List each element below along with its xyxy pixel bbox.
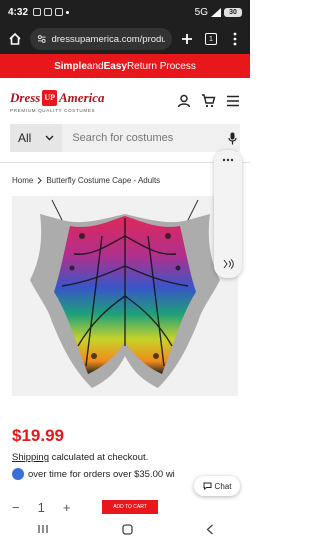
shipping-note: Shipping calculated at checkout. bbox=[12, 452, 148, 463]
account-icon[interactable] bbox=[177, 94, 191, 108]
logo-word-3: America bbox=[59, 89, 105, 105]
logo-word-1: Dress bbox=[10, 89, 41, 105]
hamburger-menu-icon[interactable] bbox=[226, 95, 240, 107]
tab-count: 1 bbox=[205, 33, 217, 45]
site-logo[interactable]: Dress UP America PREMIUM QUALITY COSTUME… bbox=[10, 89, 105, 113]
logo-word-2: UP bbox=[42, 89, 58, 106]
increase-quantity-button[interactable]: + bbox=[63, 500, 71, 515]
chat-bubble-icon bbox=[203, 482, 212, 490]
floating-side-panel[interactable] bbox=[214, 150, 242, 278]
quantity-value[interactable]: 1 bbox=[38, 500, 45, 515]
header-icons bbox=[177, 94, 240, 108]
promo-strong-1: Simple bbox=[54, 60, 87, 72]
notification-icon bbox=[33, 8, 42, 16]
product-image[interactable] bbox=[12, 196, 238, 396]
url-text: dressupamerica.com/produc bbox=[51, 33, 165, 45]
tab-switcher-button[interactable]: 1 bbox=[202, 30, 220, 48]
voice-search-icon[interactable] bbox=[224, 132, 240, 145]
shipping-link[interactable]: Shipping bbox=[12, 452, 49, 463]
promo-and: and bbox=[86, 60, 104, 72]
chat-label: Chat bbox=[214, 481, 232, 491]
product-price: $19.99 bbox=[12, 426, 64, 445]
read-aloud-icon[interactable] bbox=[222, 258, 234, 270]
recent-apps-icon[interactable] bbox=[37, 524, 49, 534]
signal-icon bbox=[211, 7, 221, 17]
logo-tagline: PREMIUM QUALITY COSTUMES bbox=[10, 107, 96, 113]
cart-icon[interactable] bbox=[201, 94, 216, 108]
breadcrumb-current: Butterfly Costume Cape - Adults bbox=[46, 176, 161, 185]
site-settings-icon[interactable] bbox=[37, 34, 46, 44]
screen: 4:32 5G 30 dressupamerica.com/produc 1 S… bbox=[0, 0, 250, 541]
breadcrumb-home-link[interactable]: Home bbox=[12, 176, 33, 185]
logo-wordmark: Dress UP America bbox=[10, 89, 105, 106]
chat-button[interactable]: Chat bbox=[194, 476, 240, 496]
promo-strong-2: Easy bbox=[103, 60, 127, 72]
status-right: 5G 30 bbox=[195, 7, 242, 18]
notification-icon bbox=[44, 8, 53, 16]
new-tab-icon[interactable] bbox=[178, 30, 196, 48]
more-notifications-icon bbox=[66, 10, 70, 14]
category-select-value: All bbox=[18, 131, 32, 145]
network-label: 5G bbox=[194, 6, 208, 18]
payment-provider-icon bbox=[12, 468, 24, 480]
home-icon[interactable] bbox=[6, 30, 24, 48]
installment-note: over time for orders over $35.00 wi bbox=[12, 468, 175, 480]
status-bar: 4:32 5G 30 bbox=[0, 0, 250, 24]
shipping-text: calculated at checkout. bbox=[48, 452, 149, 463]
battery-icon: 30 bbox=[224, 7, 242, 17]
search-input[interactable] bbox=[62, 124, 225, 152]
quantity-stepper: − 1 + bbox=[12, 500, 70, 515]
installment-text: over time for orders over $35.00 wi bbox=[28, 468, 175, 480]
more-options-icon[interactable] bbox=[222, 158, 234, 162]
system-home-icon[interactable] bbox=[121, 523, 133, 535]
add-to-cart-button[interactable]: ADD TO CART bbox=[102, 500, 158, 514]
browser-menu-icon[interactable] bbox=[226, 30, 244, 48]
decrease-quantity-button[interactable]: − bbox=[12, 500, 20, 515]
promo-banner[interactable]: Simple and Easy Return Process bbox=[0, 54, 250, 78]
chevron-down-icon bbox=[45, 135, 54, 141]
promo-rest: Return Process bbox=[126, 60, 196, 72]
back-icon[interactable] bbox=[206, 524, 214, 535]
site-header: Dress UP America PREMIUM QUALITY COSTUME… bbox=[0, 78, 250, 124]
status-icons bbox=[33, 8, 70, 16]
breadcrumb: Home Butterfly Costume Cape - Adults bbox=[0, 163, 250, 185]
status-time: 4:32 bbox=[8, 6, 29, 18]
chevron-right-icon bbox=[37, 177, 43, 184]
notification-icon bbox=[55, 8, 64, 16]
category-select[interactable]: All bbox=[10, 124, 63, 152]
system-navigation-bar bbox=[0, 517, 250, 541]
address-bar[interactable]: dressupamerica.com/produc bbox=[30, 28, 172, 50]
search-bar: All bbox=[10, 124, 240, 152]
butterfly-cape-image bbox=[30, 199, 220, 388]
browser-toolbar: dressupamerica.com/produc 1 bbox=[0, 24, 250, 54]
